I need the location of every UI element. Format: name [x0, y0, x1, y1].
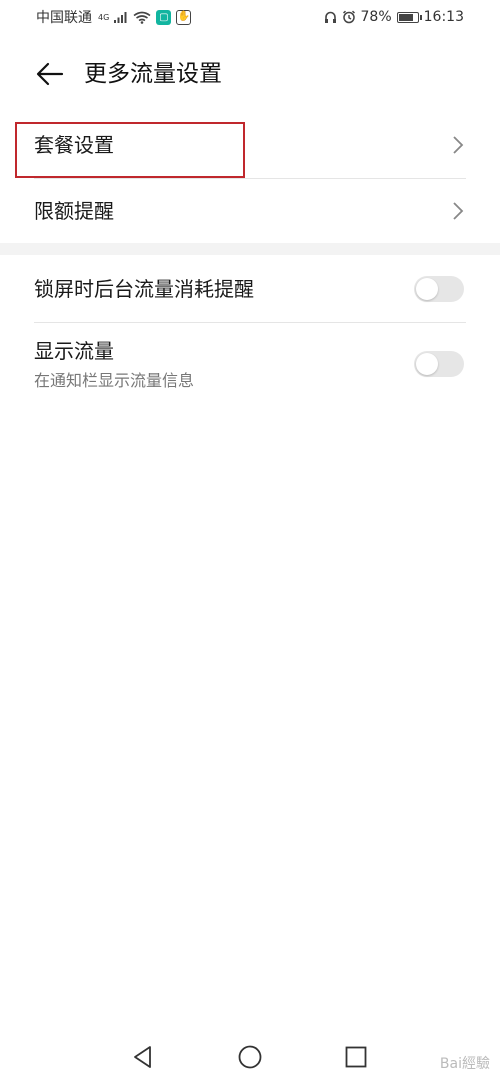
- limit-reminder-row[interactable]: 限额提醒: [0, 179, 500, 243]
- wifi-icon: [133, 11, 151, 24]
- status-bar: 中国联通 4G ▢ ✋ 78% 16:13: [0, 0, 500, 34]
- section-separator: [0, 243, 500, 255]
- back-button[interactable]: [34, 58, 66, 90]
- nav-recents-icon[interactable]: [343, 1044, 369, 1070]
- status-right: 78% 16:13: [324, 9, 464, 25]
- toggle-knob: [416, 278, 438, 300]
- chevron-right-icon: [453, 202, 464, 220]
- back-arrow-icon: [36, 62, 64, 86]
- battery-icon: [396, 11, 422, 23]
- show-traffic-row: 显示流量 在通知栏显示流量信息: [0, 323, 500, 403]
- headset-icon: [324, 11, 336, 23]
- hand-notification-icon: ✋: [176, 9, 192, 25]
- status-left: 中国联通 4G ▢ ✋: [36, 7, 192, 27]
- watermark: Bai經驗: [439, 1056, 490, 1072]
- app-notification-icon: ▢: [156, 9, 172, 25]
- page-title: 更多流量设置: [84, 61, 222, 87]
- clock: 16:13: [423, 9, 464, 25]
- screen: 中国联通 4G ▢ ✋ 78% 16:13 更多流量设置 套餐设置 限额提醒 锁…: [0, 0, 500, 1083]
- toggle-knob: [416, 353, 438, 375]
- lockscreen-reminder-label: 锁屏时后台流量消耗提醒: [34, 277, 254, 301]
- header: 更多流量设置: [0, 52, 500, 96]
- lockscreen-reminder-toggle[interactable]: [414, 276, 464, 302]
- battery-percent: 78%: [360, 9, 392, 25]
- lockscreen-reminder-row: 锁屏时后台流量消耗提醒: [0, 255, 500, 322]
- carrier-label: 中国联通: [36, 10, 92, 26]
- navigation-bar: Bai經驗: [0, 1030, 500, 1083]
- show-traffic-description: 在通知栏显示流量信息: [34, 371, 195, 390]
- show-traffic-label: 显示流量: [34, 339, 114, 363]
- nav-home-icon[interactable]: [237, 1044, 263, 1070]
- highlight-annotation: [15, 122, 245, 178]
- alarm-icon: [342, 10, 355, 24]
- chevron-right-icon: [453, 136, 464, 154]
- signal-icon: [114, 12, 127, 23]
- nav-back-icon[interactable]: [130, 1044, 156, 1070]
- network-type: 4G: [98, 12, 110, 22]
- limit-reminder-label: 限额提醒: [34, 199, 114, 223]
- show-traffic-toggle[interactable]: [414, 351, 464, 377]
